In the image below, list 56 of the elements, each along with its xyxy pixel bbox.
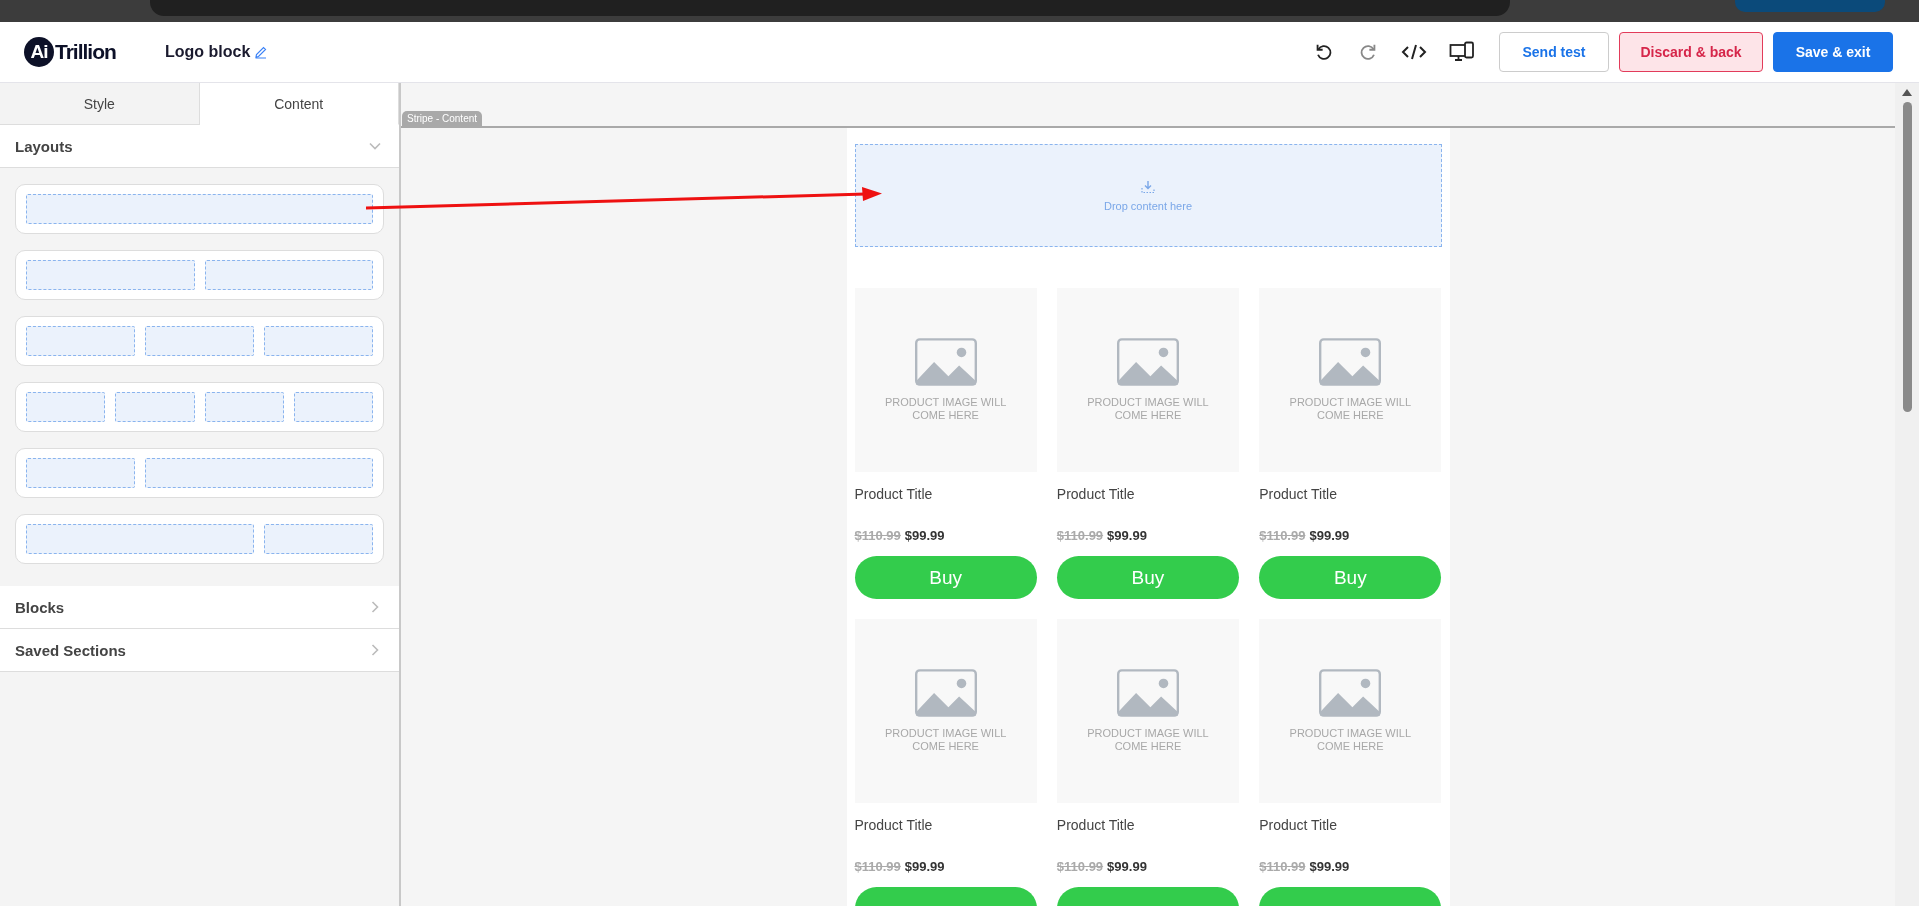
old-price: $110.99 bbox=[854, 528, 901, 543]
price: $99.99 bbox=[904, 528, 945, 543]
image-placeholder-text: PRODUCT IMAGE WILL COME HERE bbox=[1086, 726, 1210, 754]
product-title: Product Title bbox=[854, 817, 934, 833]
product-title: Product Title bbox=[1259, 486, 1338, 502]
image-placeholder-text: PRODUCT IMAGE WILL COME HERE bbox=[1288, 395, 1413, 423]
template-name: Logo block bbox=[165, 43, 251, 61]
send-test-button[interactable]: Send test bbox=[1499, 32, 1609, 72]
product-title: Product Title bbox=[854, 486, 934, 502]
image-placeholder-text: PRODUCT IMAGE WILL COME HERE bbox=[883, 726, 1008, 754]
scrollbar[interactable] bbox=[1895, 83, 1919, 906]
drop-hint: Drop content here bbox=[1103, 199, 1193, 212]
layout-option[interactable] bbox=[15, 448, 384, 498]
image-placeholder-text: PRODUCT IMAGE WILL COME HERE bbox=[1086, 395, 1210, 423]
save-button[interactable]: Save & exit bbox=[1773, 32, 1893, 72]
old-price: $110.99 bbox=[1056, 859, 1104, 874]
image-icon bbox=[1117, 668, 1179, 717]
edit-icon[interactable] bbox=[254, 45, 269, 59]
section-header[interactable]: Layouts bbox=[0, 125, 399, 168]
layout-option[interactable] bbox=[15, 316, 384, 366]
image-icon bbox=[1117, 337, 1179, 386]
image-icon bbox=[914, 668, 977, 717]
layout-option[interactable] bbox=[15, 382, 384, 432]
old-price: $110.99 bbox=[1259, 859, 1306, 874]
section-header[interactable]: Blocks bbox=[0, 586, 399, 629]
image-icon bbox=[1319, 337, 1382, 386]
drop-icon bbox=[1140, 179, 1156, 194]
sidebar-tab[interactable]: Style bbox=[0, 83, 200, 125]
layout-option[interactable] bbox=[15, 514, 384, 564]
image-icon bbox=[1319, 668, 1382, 717]
price: $99.99 bbox=[1107, 859, 1147, 874]
price: $99.99 bbox=[1309, 528, 1350, 543]
old-price: $110.99 bbox=[1259, 528, 1306, 543]
devices-icon[interactable] bbox=[1449, 41, 1475, 63]
chevron-right-icon bbox=[369, 644, 381, 656]
chevron-right-icon bbox=[369, 601, 381, 613]
logo: Ai Trillion bbox=[24, 37, 165, 67]
section-header[interactable]: Saved Sections bbox=[0, 629, 399, 672]
product-title: Product Title bbox=[1259, 817, 1338, 833]
old-price: $110.99 bbox=[1056, 528, 1104, 543]
sidebar-tab[interactable]: Content bbox=[199, 83, 399, 125]
price: $99.99 bbox=[1107, 528, 1147, 543]
price: $99.99 bbox=[904, 859, 945, 874]
code-icon[interactable] bbox=[1401, 42, 1427, 62]
stripe-label: Stripe - Content bbox=[402, 111, 483, 126]
image-icon bbox=[914, 337, 977, 386]
price: $99.99 bbox=[1309, 859, 1350, 874]
layout-option[interactable] bbox=[15, 184, 384, 234]
image-placeholder-text: PRODUCT IMAGE WILL COME HERE bbox=[883, 395, 1008, 423]
layout-option[interactable] bbox=[15, 250, 384, 300]
image-placeholder-text: PRODUCT IMAGE WILL COME HERE bbox=[1288, 726, 1413, 754]
product-title: Product Title bbox=[1056, 486, 1136, 502]
chevron-down-icon bbox=[369, 140, 381, 152]
product-title: Product Title bbox=[1056, 817, 1136, 833]
old-price: $110.99 bbox=[854, 859, 901, 874]
discard-button[interactable]: Discard & back bbox=[1619, 32, 1763, 72]
